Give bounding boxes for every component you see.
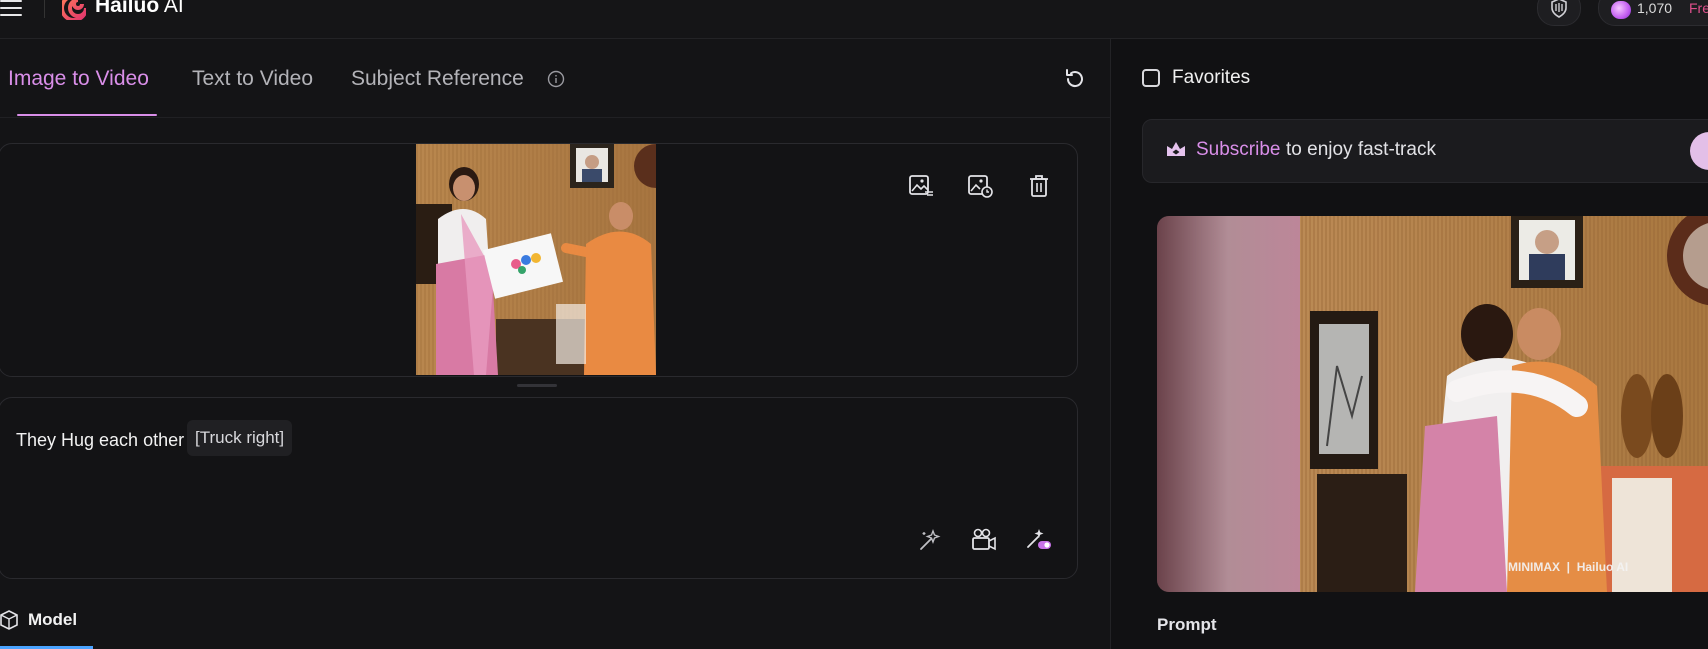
trash-icon[interactable]: [1028, 174, 1050, 198]
camera-movement-tag[interactable]: [Truck right]: [187, 420, 293, 456]
uploaded-image: [416, 144, 656, 375]
crown-icon: [1167, 142, 1185, 156]
gem-icon: [1611, 1, 1631, 19]
refresh-icon[interactable]: [1063, 67, 1087, 91]
subscribe-text: to enjoy fast-track: [1286, 139, 1436, 160]
prompt-input[interactable]: [0, 397, 1078, 579]
header-divider: [44, 0, 45, 18]
panel-divider: [1110, 39, 1111, 649]
favorites-checkbox[interactable]: [1142, 69, 1160, 87]
hailuo-logo[interactable]: [62, 0, 86, 20]
free-label: Fre: [1689, 0, 1708, 16]
favorites-label: Favorites: [1172, 67, 1251, 88]
camera-icon[interactable]: [971, 527, 997, 551]
model-cube-icon: [0, 610, 18, 630]
enhance-prompt-icon[interactable]: [1026, 527, 1052, 551]
shield-button[interactable]: [1537, 0, 1581, 26]
prompt-text[interactable]: They Hug each other: [16, 430, 184, 451]
prompt-heading: Prompt: [1157, 615, 1217, 634]
generated-video[interactable]: [1157, 216, 1708, 592]
active-tab-indicator: [17, 114, 157, 116]
video-watermark: MINIMAX | Hailuo AI: [1508, 560, 1629, 574]
tab-text-to-video[interactable]: Text to Video: [192, 67, 313, 91]
image-edit-icon[interactable]: [908, 174, 934, 198]
info-icon[interactable]: [547, 70, 565, 88]
tab-subject-reference[interactable]: Subject Reference: [351, 67, 524, 91]
subscribe-link[interactable]: Subscribe: [1196, 139, 1281, 161]
image-replace-icon[interactable]: [967, 174, 993, 198]
magic-wand-icon[interactable]: [918, 528, 942, 552]
menu-icon[interactable]: [0, 0, 22, 18]
credits-pill[interactable]: 1,070 Fre: [1598, 0, 1708, 26]
top-bar: Hailuo AI 1,070 Fre: [0, 0, 1708, 39]
model-label: Model: [28, 610, 78, 629]
brand-name: Hailuo AI: [95, 0, 184, 17]
resize-handle[interactable]: [517, 384, 557, 387]
tab-image-to-video[interactable]: Image to Video: [8, 67, 149, 91]
shield-icon: [1551, 0, 1567, 18]
credit-count: 1,070: [1637, 0, 1673, 16]
